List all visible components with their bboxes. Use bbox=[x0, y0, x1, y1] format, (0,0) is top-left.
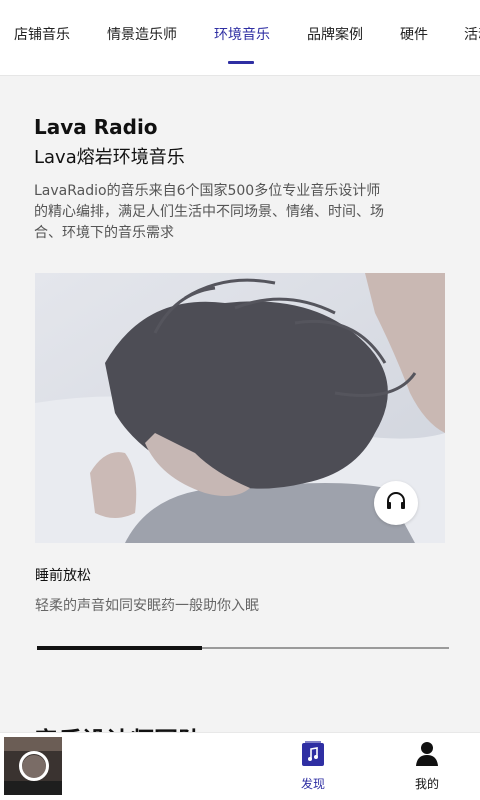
main-content: Lava Radio Lava熔岩环境音乐 LavaRadio的音乐来自6个国家… bbox=[0, 77, 480, 732]
carousel-progress-fill bbox=[37, 646, 202, 650]
brand-title: Lava Radio bbox=[34, 115, 158, 139]
section-title: 音乐设计师团队 bbox=[34, 721, 202, 732]
mini-player-thumbnail[interactable] bbox=[4, 737, 62, 795]
playlist-description: 轻柔的声音如同安眠药一般助你入眠 bbox=[35, 598, 259, 614]
music-note-icon bbox=[301, 741, 325, 771]
top-tab-bar: 店铺音乐 情景造乐师 环境音乐 品牌案例 硬件 活动 bbox=[0, 0, 480, 76]
nav-me[interactable]: 我的 bbox=[397, 741, 457, 792]
tab-scene-musician[interactable]: 情景造乐师 bbox=[107, 24, 177, 44]
headphones-icon bbox=[386, 492, 406, 514]
nav-discover[interactable]: 发现 bbox=[283, 741, 343, 792]
tab-hardware[interactable]: 硬件 bbox=[400, 24, 428, 44]
brand-subtitle: Lava熔岩环境音乐 bbox=[34, 147, 185, 168]
person-icon bbox=[415, 742, 439, 771]
tab-ambient-music[interactable]: 环境音乐 bbox=[214, 24, 270, 44]
bottom-navigation: 发现 我的 bbox=[0, 732, 480, 800]
tab-brand-cases[interactable]: 品牌案例 bbox=[307, 24, 363, 44]
brand-description: LavaRadio的音乐来自6个国家500多位专业音乐设计师的精心编排，满足人们… bbox=[34, 183, 384, 241]
nav-discover-label: 发现 bbox=[300, 777, 325, 791]
active-tab-indicator bbox=[228, 61, 254, 64]
tab-events[interactable]: 活动 bbox=[464, 24, 480, 44]
playlist-title: 睡前放松 bbox=[35, 568, 91, 584]
tab-store-music[interactable]: 店铺音乐 bbox=[14, 24, 70, 44]
carousel-progress-bar bbox=[37, 646, 449, 650]
play-headphones-button[interactable] bbox=[374, 481, 418, 525]
nav-me-label: 我的 bbox=[414, 777, 439, 791]
play-ring-icon bbox=[19, 751, 49, 781]
